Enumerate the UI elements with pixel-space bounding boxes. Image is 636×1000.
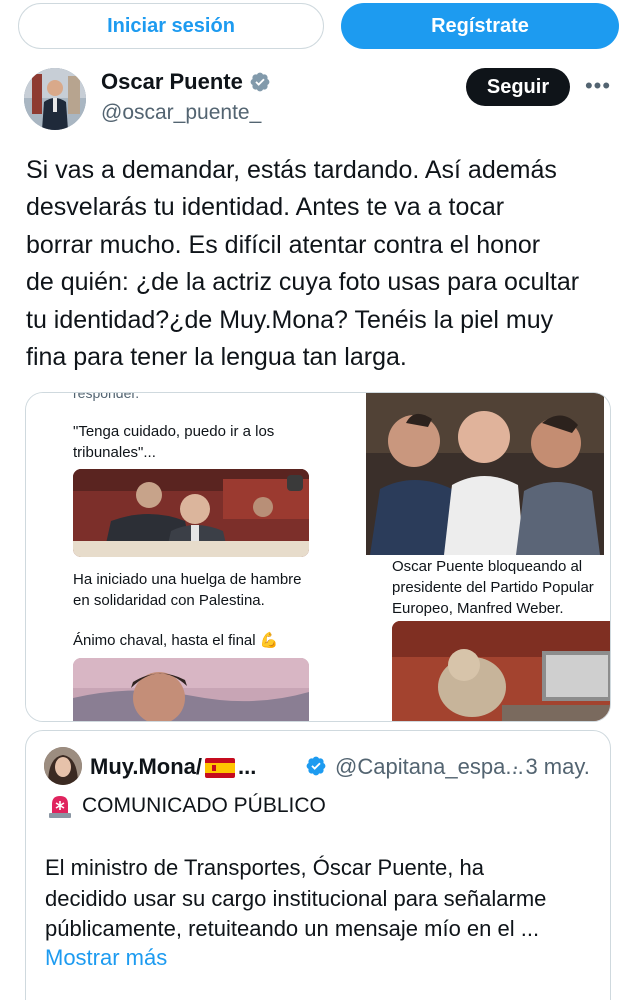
quoted-author-handle[interactable]: @Capitana_espa...: [335, 754, 524, 780]
tweet-text-line: borrar mucho. Es difícil atentar contra …: [26, 230, 541, 259]
tweet-text-line: Si vas a demandar, estás tardando. Así a…: [26, 156, 557, 184]
media-caption-line: Ha iniciado una huelga de hambre: [73, 571, 302, 588]
quoted-tweet-date[interactable]: · 3 may.: [512, 754, 590, 780]
quoted-author-avatar[interactable]: [44, 747, 82, 785]
media-right-caption-line: presidente del Partido Popular: [392, 579, 594, 596]
login-button[interactable]: Iniciar sesión: [18, 3, 324, 49]
media-right-caption: Oscar Puente bloqueando al presidente de…: [392, 556, 594, 619]
media-right-screenshot: Oscar Puente bloqueando al presidente de…: [366, 393, 610, 721]
quoted-body: El ministro de Transportes, Óscar Puente…: [45, 853, 546, 945]
quoted-author-name[interactable]: Muy.Mona/ ...: [90, 754, 256, 780]
media-left-screenshot: responder. "Tenga cuidado, puedo ir a lo…: [26, 392, 366, 721]
media-caption-line: en solidaridad con Palestina.: [73, 592, 265, 609]
more-options-icon[interactable]: •••: [584, 72, 612, 100]
media-right-caption-line: Oscar Puente bloqueando al: [392, 558, 583, 575]
parliament-photo: [73, 469, 309, 557]
tweet-text-line: fina para tener la lengua tan larga.: [26, 343, 407, 372]
media-caption-text: Ha iniciado una huelga de hambre en soli…: [73, 569, 302, 611]
tweet-text-line: tu identidad?¿de Muy.Mona? Tenéis la pie…: [26, 305, 554, 334]
spain-flag-icon: [205, 758, 236, 778]
tweet-text: Si vas a demandar, estás tardando. Así a…: [26, 152, 616, 376]
media-quote-line: tribunales"...: [73, 444, 156, 461]
show-more-link[interactable]: Mostrar más: [45, 945, 167, 971]
author-name-text[interactable]: Oscar Puente: [101, 69, 243, 95]
verified-badge-icon: [250, 72, 270, 92]
party-photo: [366, 393, 604, 555]
quoted-tweet[interactable]: Muy.Mona/ ... @Capitana_espa... · 3 may.…: [25, 730, 611, 1000]
tweet-text-line: de quién: ¿de la actriz cuya foto usas p…: [26, 268, 580, 297]
media-right-caption-line: Europeo, Manfred Weber.: [392, 600, 564, 617]
follow-button[interactable]: Seguir: [466, 68, 570, 106]
quoted-body-line: El ministro de Transportes, Óscar Puente…: [45, 855, 484, 880]
register-button[interactable]: Regístrate: [341, 3, 619, 49]
auth-bar: Iniciar sesión Regístrate: [0, 0, 636, 52]
quoted-author-name-ellipsis: ...: [238, 754, 257, 779]
quoted-headline: COMUNICADO PÚBLICO: [46, 793, 326, 819]
monkey-photo: [392, 621, 610, 721]
quoted-body-line: decidido usar su cargo institucional par…: [45, 885, 547, 911]
author-avatar[interactable]: [24, 68, 86, 130]
media-quote-line: "Tenga cuidado, puedo ir a los: [73, 423, 275, 440]
author-handle[interactable]: @oscar_puente_: [101, 101, 261, 125]
tweet-media-image[interactable]: responder. "Tenga cuidado, puedo ir a lo…: [25, 392, 611, 722]
author-name[interactable]: Oscar Puente: [101, 69, 271, 95]
tweet-text-line: desvelarás tu identidad. Antes te va a t…: [26, 193, 505, 222]
siren-icon: [49, 796, 71, 818]
media-cheer-text: Ánimo chaval, hasta el final 💪: [73, 632, 279, 649]
media-quote-text: "Tenga cuidado, puedo ir a los tribunale…: [73, 421, 274, 463]
verified-badge-icon: [306, 756, 326, 776]
portrait-photo: [73, 658, 309, 721]
media-top-cut-text: responder.: [73, 392, 140, 401]
quoted-body-line: públicamente, retuiteando un mensaje mío…: [45, 916, 540, 941]
quoted-author-name-text[interactable]: Muy.Mona/: [90, 754, 202, 780]
quoted-headline-text: COMUNICADO PÚBLICO: [82, 794, 326, 817]
